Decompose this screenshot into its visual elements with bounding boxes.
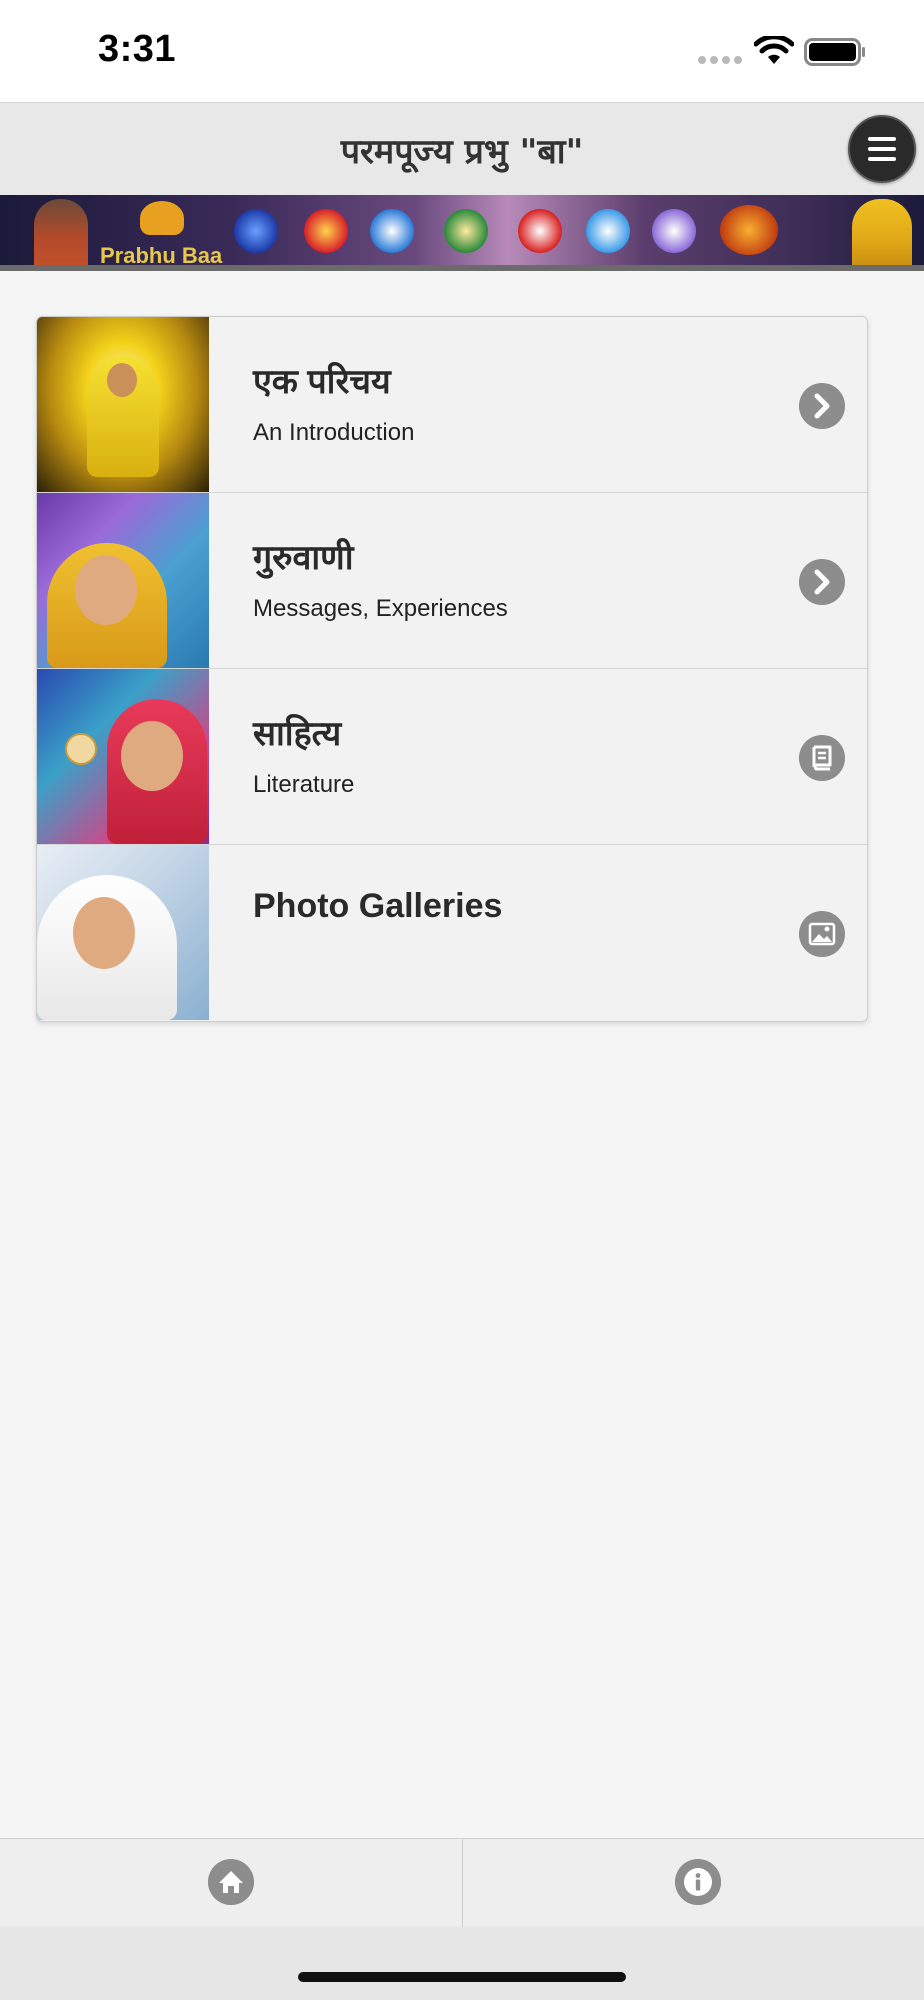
banner-orb-icon: [652, 209, 696, 253]
home-button[interactable]: [0, 1839, 461, 1927]
header-banner: Prabhu Baa: [0, 195, 924, 271]
home-indicator-area: [0, 1927, 924, 2000]
banner-orb-icon: [234, 209, 278, 253]
chevron-right-icon: [799, 559, 845, 605]
book-icon: [799, 735, 845, 781]
cellular-signal-icon: [698, 56, 742, 64]
home-icon: [208, 1859, 254, 1905]
banner-orb-icon: [720, 205, 778, 255]
list-item-subtitle: Literature: [253, 771, 355, 798]
wifi-icon: [754, 36, 794, 64]
banner-orb-icon: [370, 209, 414, 253]
list-item-title: Photo Galleries: [253, 887, 503, 925]
status-bar: 3:31: [0, 0, 924, 102]
app-header: परमपूज्य प्रभु "बा": [0, 102, 924, 196]
banner-orb-icon: [304, 209, 348, 253]
info-icon: [675, 1859, 721, 1905]
banner-figure-left: [34, 199, 88, 269]
thumbnail-image: [37, 317, 209, 492]
list-item-title: साहित्य: [253, 715, 342, 753]
chevron-right-icon: [799, 383, 845, 429]
banner-emblem-icon: [140, 201, 184, 235]
info-button[interactable]: [463, 1839, 924, 1927]
list-item-subtitle: An Introduction: [253, 419, 415, 446]
list-item-photo-galleries[interactable]: Photo Galleries: [37, 845, 867, 1020]
battery-icon: [804, 38, 865, 66]
banner-orb-icon: [444, 209, 488, 253]
footer-nav: [0, 1838, 924, 1927]
list-item-messages[interactable]: गुरुवाणी Messages, Experiences: [37, 493, 867, 669]
hamburger-menu-icon: [868, 137, 896, 141]
menu-button[interactable]: [848, 115, 916, 183]
status-time: 3:31: [98, 28, 177, 70]
banner-orb-icon: [586, 209, 630, 253]
list-item-title: गुरुवाणी: [253, 539, 354, 577]
list-item-subtitle: Messages, Experiences: [253, 595, 508, 622]
list-item-introduction[interactable]: एक परिचय An Introduction: [37, 317, 867, 493]
thumbnail-image: [37, 493, 209, 668]
page-title: परमपूज्य प्रभु "बा": [340, 132, 584, 172]
thumbnail-image: [37, 845, 209, 1020]
image-icon: [799, 911, 845, 957]
list-item-title: एक परिचय: [253, 363, 391, 401]
banner-divider: [0, 265, 924, 271]
menu-list: एक परिचय An Introduction गुरुवाणी Messag…: [36, 316, 868, 1022]
thumbnail-image: [37, 669, 209, 844]
list-item-literature[interactable]: साहित्य Literature: [37, 669, 867, 845]
banner-figure-right: [852, 199, 912, 269]
home-indicator[interactable]: [298, 1972, 626, 1982]
banner-orb-icon: [518, 209, 562, 253]
